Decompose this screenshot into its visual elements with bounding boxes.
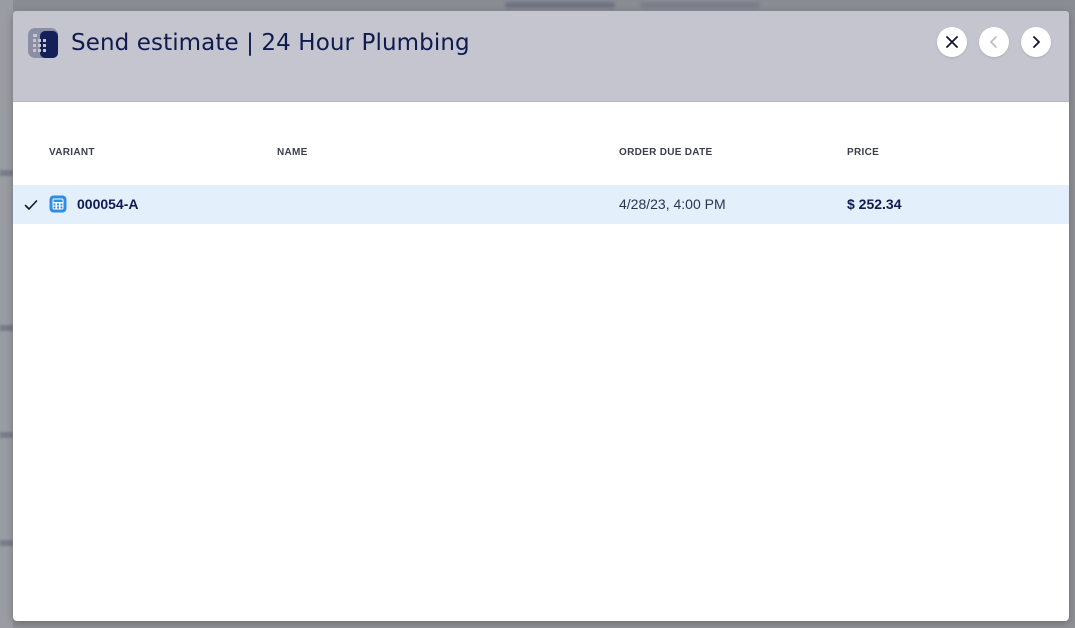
- dialog-header: Send estimate | 24 Hour Plumbing: [13, 11, 1069, 102]
- background-blur: [0, 432, 13, 438]
- background-blur: [640, 2, 760, 8]
- next-button[interactable]: [1021, 27, 1051, 57]
- send-estimate-dialog: Send estimate | 24 Hour Plumbing VARIANT…: [13, 11, 1069, 621]
- estimate-calculator-icon: [28, 28, 58, 58]
- calculator-icon: [49, 195, 67, 213]
- chevron-right-icon: [1033, 36, 1040, 48]
- chevron-left-icon: [990, 36, 997, 48]
- background-blur: [0, 170, 13, 176]
- dialog-title: Send estimate | 24 Hour Plumbing: [71, 30, 470, 56]
- background-blur: [0, 540, 13, 546]
- background-blur: [0, 325, 13, 331]
- column-header-name[interactable]: NAME: [277, 147, 308, 158]
- previous-button[interactable]: [979, 27, 1009, 57]
- column-header-price[interactable]: PRICE: [847, 147, 879, 158]
- column-header-variant[interactable]: VARIANT: [49, 147, 95, 158]
- close-button[interactable]: [937, 27, 967, 57]
- cell-price: $ 252.34: [847, 196, 902, 212]
- table-row[interactable]: 000054-A 4/28/23, 4:00 PM $ 252.34: [13, 185, 1069, 224]
- checkmark-icon: [24, 200, 38, 210]
- column-header-order-due-date[interactable]: ORDER DUE DATE: [619, 147, 712, 158]
- close-icon: [946, 36, 958, 48]
- cell-variant: 000054-A: [77, 196, 139, 212]
- cell-order-due-date: 4/28/23, 4:00 PM: [619, 196, 726, 212]
- table-header: VARIANT NAME ORDER DUE DATE PRICE: [13, 142, 1069, 164]
- background-blur: [505, 2, 615, 8]
